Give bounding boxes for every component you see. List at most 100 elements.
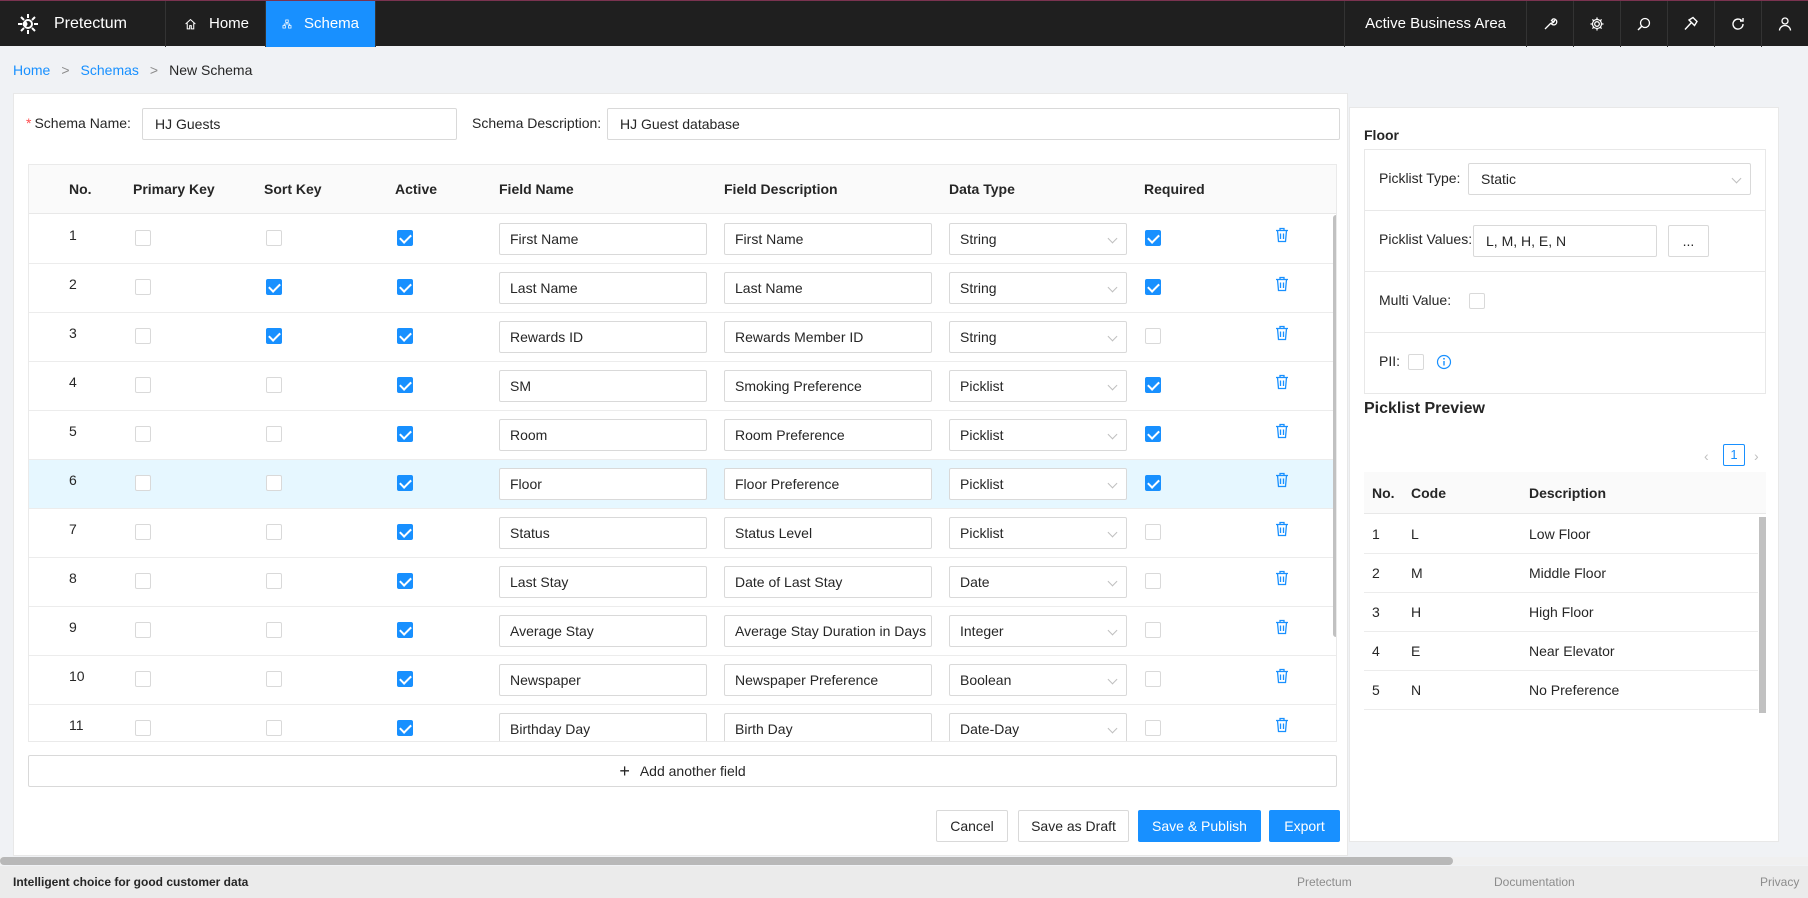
primary-key-checkbox[interactable]	[135, 377, 151, 393]
field-name-input[interactable]: Last Name	[499, 272, 707, 304]
field-description-input[interactable]: Last Name	[724, 272, 932, 304]
horizontal-scrollbar[interactable]	[0, 857, 1453, 865]
data-type-select[interactable]: String	[949, 272, 1127, 304]
field-description-input[interactable]: Newspaper Preference	[724, 664, 932, 696]
field-name-input[interactable]: Floor	[499, 468, 707, 500]
data-type-select[interactable]: Date	[949, 566, 1127, 598]
user-button[interactable]	[1761, 0, 1808, 47]
active-checkbox[interactable]	[397, 426, 413, 442]
field-description-input[interactable]: Floor Preference	[724, 468, 932, 500]
trash-icon[interactable]	[1275, 521, 1289, 537]
active-checkbox[interactable]	[397, 279, 413, 295]
primary-key-checkbox[interactable]	[135, 622, 151, 638]
trash-icon[interactable]	[1275, 717, 1289, 733]
field-name-input[interactable]: Rewards ID	[499, 321, 707, 353]
field-description-input[interactable]: Rewards Member ID	[724, 321, 932, 353]
cancel-button[interactable]: Cancel	[936, 810, 1008, 842]
footer-link-pretectum[interactable]: Pretectum	[1297, 875, 1352, 889]
primary-key-checkbox[interactable]	[135, 475, 151, 491]
trash-icon[interactable]	[1275, 423, 1289, 439]
sort-key-checkbox[interactable]	[266, 279, 282, 295]
primary-key-checkbox[interactable]	[135, 230, 151, 246]
picklist-type-select[interactable]: Static	[1468, 163, 1751, 195]
field-name-input[interactable]: SM	[499, 370, 707, 402]
required-checkbox[interactable]	[1145, 328, 1161, 344]
multi-value-checkbox[interactable]	[1469, 293, 1485, 309]
field-name-input[interactable]: Newspaper	[499, 664, 707, 696]
active-checkbox[interactable]	[397, 377, 413, 393]
primary-key-checkbox[interactable]	[135, 573, 151, 589]
field-description-input[interactable]: First Name	[724, 223, 932, 255]
table-row[interactable]: 2 Last Name Last Name String	[29, 264, 1336, 313]
field-name-input[interactable]: Birthday Day	[499, 713, 707, 741]
sort-key-checkbox[interactable]	[266, 230, 282, 246]
field-name-input[interactable]: Room	[499, 419, 707, 451]
tools-button[interactable]	[1526, 0, 1573, 47]
data-type-select[interactable]: String	[949, 223, 1127, 255]
trash-icon[interactable]	[1275, 668, 1289, 684]
table-row[interactable]: 7 Status Status Level Picklist	[29, 509, 1336, 558]
table-row[interactable]: 3 Rewards ID Rewards Member ID String	[29, 313, 1336, 362]
field-name-input[interactable]: Average Stay	[499, 615, 707, 647]
picklist-values-input[interactable]: L, M, H, E, N	[1473, 225, 1657, 257]
active-checkbox[interactable]	[397, 475, 413, 491]
trash-icon[interactable]	[1275, 472, 1289, 488]
data-type-select[interactable]: Picklist	[949, 468, 1127, 500]
required-checkbox[interactable]	[1145, 622, 1161, 638]
table-row[interactable]: 1 First Name First Name String	[29, 215, 1336, 264]
required-checkbox[interactable]	[1145, 230, 1161, 246]
required-checkbox[interactable]	[1145, 524, 1161, 540]
schema-name-input[interactable]: HJ Guests	[142, 108, 457, 140]
trash-icon[interactable]	[1275, 227, 1289, 243]
active-checkbox[interactable]	[397, 230, 413, 246]
breadcrumb-home[interactable]: Home	[13, 62, 50, 78]
next-page-button[interactable]: ›	[1754, 448, 1759, 470]
field-description-input[interactable]: Room Preference	[724, 419, 932, 451]
footer-link-documentation[interactable]: Documentation	[1494, 875, 1575, 889]
picklist-values-more-button[interactable]: ...	[1668, 225, 1709, 257]
field-description-input[interactable]: Smoking Preference	[724, 370, 932, 402]
table-row[interactable]: 10 Newspaper Newspaper Preference Boolean	[29, 656, 1336, 705]
prev-page-button[interactable]: ‹	[1704, 448, 1709, 470]
data-type-select[interactable]: Picklist	[949, 419, 1127, 451]
field-description-input[interactable]: Average Stay Duration in Days	[724, 615, 932, 647]
trash-icon[interactable]	[1275, 374, 1289, 390]
active-checkbox[interactable]	[397, 622, 413, 638]
field-name-input[interactable]: First Name	[499, 223, 707, 255]
sort-key-checkbox[interactable]	[266, 622, 282, 638]
data-type-select[interactable]: Boolean	[949, 664, 1127, 696]
sort-key-checkbox[interactable]	[266, 426, 282, 442]
breadcrumb-schemas[interactable]: Schemas	[81, 62, 139, 78]
required-checkbox[interactable]	[1145, 475, 1161, 491]
required-checkbox[interactable]	[1145, 279, 1161, 295]
required-checkbox[interactable]	[1145, 573, 1161, 589]
preview-scrollbar[interactable]	[1759, 517, 1766, 713]
table-row[interactable]: 5 Room Room Preference Picklist	[29, 411, 1336, 460]
add-field-button[interactable]: + Add another field	[28, 755, 1337, 787]
active-checkbox[interactable]	[397, 720, 413, 736]
search-button[interactable]	[1620, 0, 1667, 47]
table-row[interactable]: 11 Birthday Day Birth Day Date-Day	[29, 705, 1336, 741]
sort-key-checkbox[interactable]	[266, 671, 282, 687]
sort-key-checkbox[interactable]	[266, 524, 282, 540]
active-business-area[interactable]: Active Business Area	[1344, 0, 1526, 47]
page-number-1[interactable]: 1	[1723, 444, 1745, 466]
data-type-select[interactable]: String	[949, 321, 1127, 353]
required-checkbox[interactable]	[1145, 671, 1161, 687]
primary-key-checkbox[interactable]	[135, 328, 151, 344]
data-type-select[interactable]: Date-Day	[949, 713, 1127, 741]
info-icon[interactable]	[1436, 354, 1452, 370]
refresh-button[interactable]	[1714, 0, 1761, 47]
field-description-input[interactable]: Birth Day	[724, 713, 932, 741]
trash-icon[interactable]	[1275, 570, 1289, 586]
field-name-input[interactable]: Last Stay	[499, 566, 707, 598]
footer-link-privacy[interactable]: Privacy	[1760, 875, 1799, 889]
primary-key-checkbox[interactable]	[135, 720, 151, 736]
trash-icon[interactable]	[1275, 325, 1289, 341]
save-publish-button[interactable]: Save & Publish	[1138, 810, 1261, 842]
primary-key-checkbox[interactable]	[135, 426, 151, 442]
required-checkbox[interactable]	[1145, 426, 1161, 442]
sort-key-checkbox[interactable]	[266, 475, 282, 491]
export-button[interactable]: Export	[1269, 810, 1340, 842]
active-checkbox[interactable]	[397, 573, 413, 589]
